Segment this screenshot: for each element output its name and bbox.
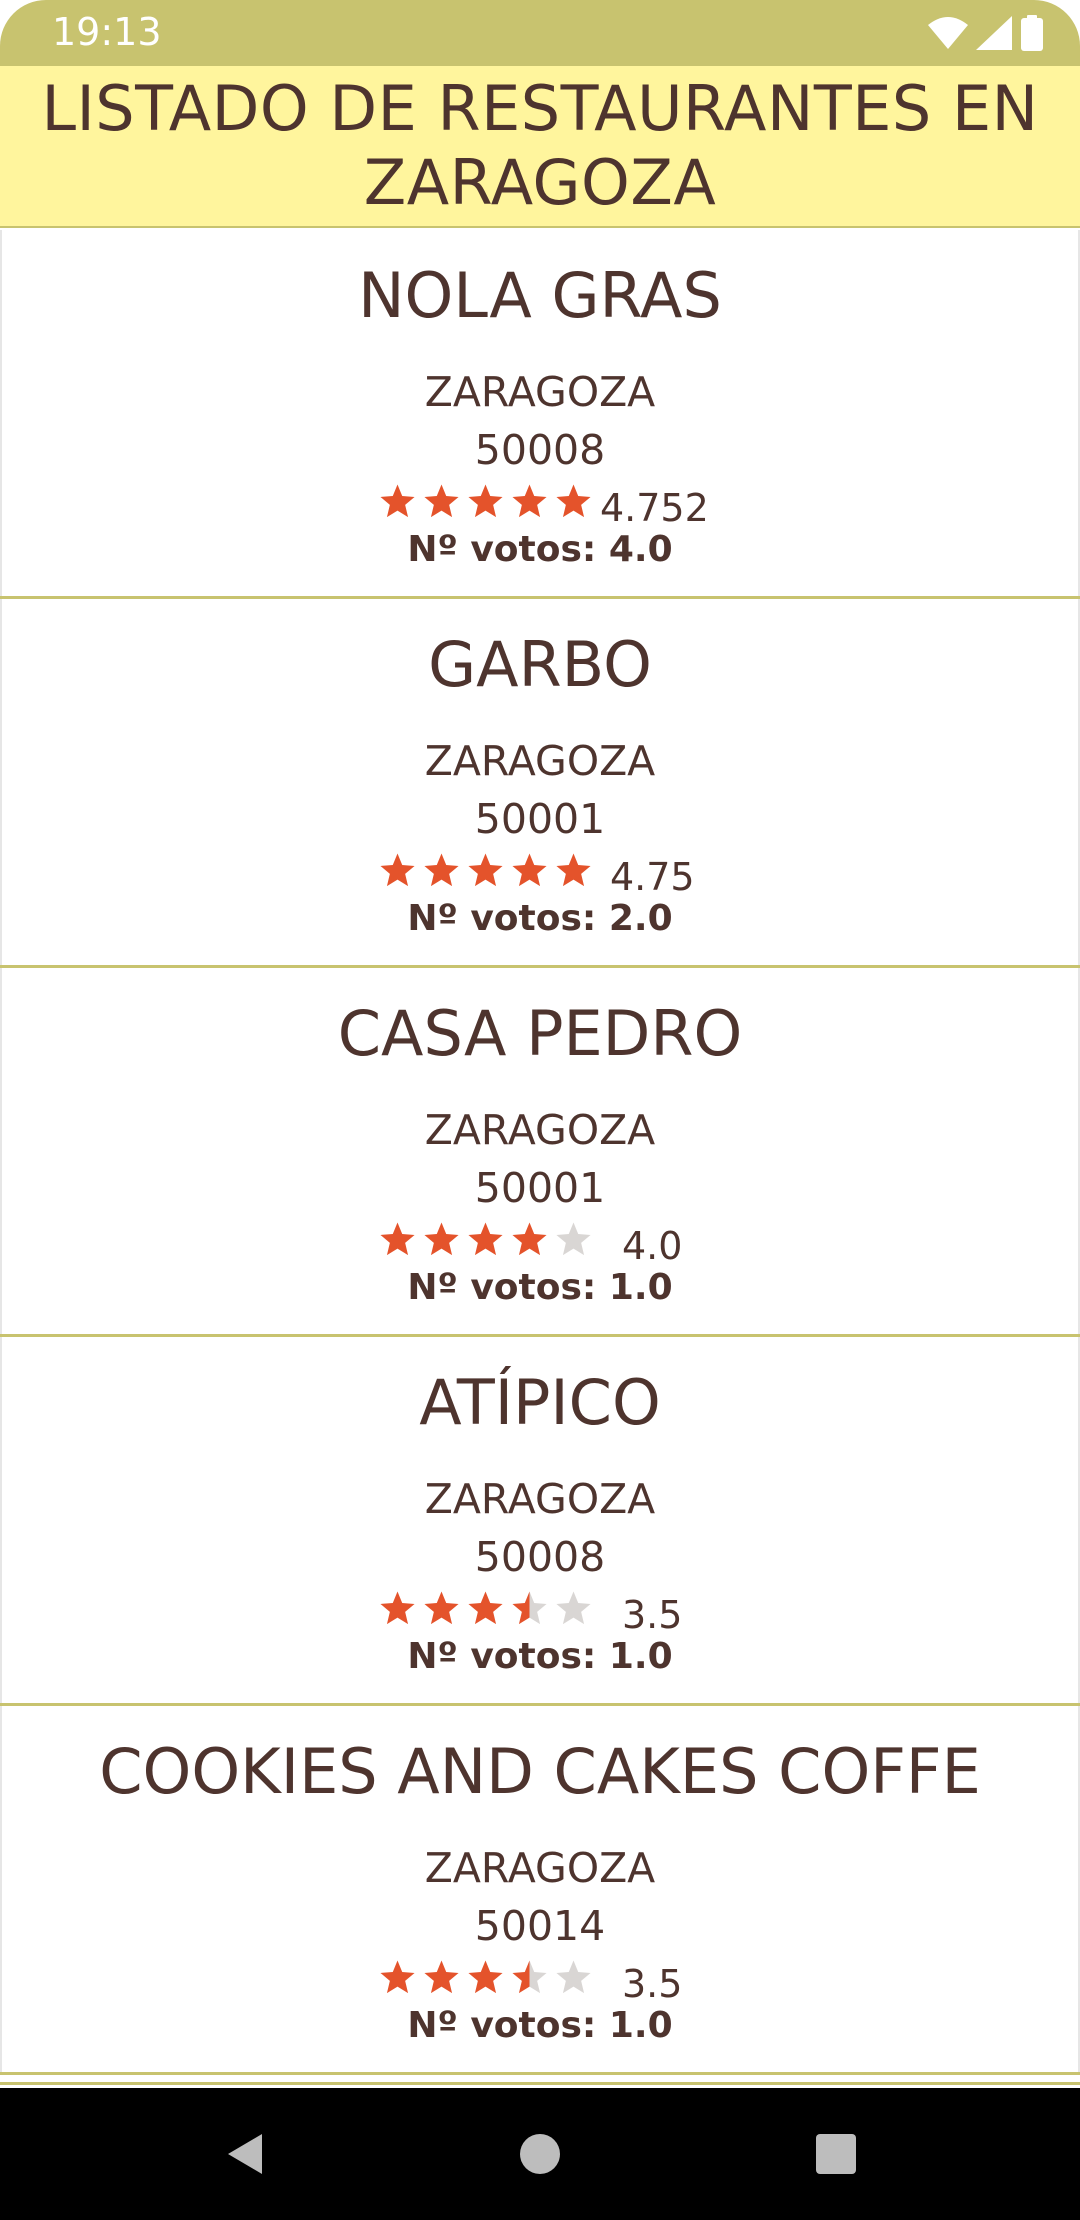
nav-bar [0,2088,1080,2220]
restaurant-name: ATÍPICO [419,1366,661,1439]
rating-row: 3.5 [0,1587,1080,1637]
restaurant-zip: 50014 [474,1902,606,1950]
rating-row: 3.5 [0,1956,1080,2006]
restaurant-card[interactable]: GARBO ZARAGOZA 50001 4.75 Nº votos: 2.0 [0,599,1080,968]
restaurant-name: GARBO [428,628,652,701]
status-icons [928,14,1044,52]
rating-value: 4.0 [622,1224,683,1268]
recents-icon[interactable] [812,2130,860,2178]
restaurant-card[interactable]: COOKIES AND CAKES COFFE ZARAGOZA 50014 3… [0,1706,1080,2075]
back-icon[interactable] [222,2130,270,2178]
restaurant-list[interactable]: NOLA GRAS ZARAGOZA 50008 4.752 Nº votos:… [0,230,1080,2088]
star-icon [380,1960,415,1994]
star-icon [512,1222,547,1256]
rating-value: 3.5 [622,1593,683,1637]
star-icon [468,853,503,887]
votes-count: Nº votos: 1.0 [407,2005,673,2046]
restaurant-name: COOKIES AND CAKES COFFE [99,1735,981,1808]
star-icon [468,1591,503,1625]
star-icon [380,1591,415,1625]
rating-stars [378,482,593,521]
restaurant-city: ZARAGOZA [424,368,656,416]
status-time: 19:13 [52,10,162,54]
rating-stars [378,1958,593,1997]
rating-row: 4.752 [0,480,1080,530]
votes-count: Nº votos: 2.0 [407,898,673,939]
app-bar: LISTADO DE RESTAURANTES EN ZARAGOZA [0,66,1080,228]
star-icon [380,484,415,518]
restaurant-city: ZARAGOZA [424,737,656,785]
page-title: LISTADO DE RESTAURANTES EN ZARAGOZA [41,72,1039,219]
screen: 19:13 LISTADO DE RESTAURANTES EN ZARAGOZ… [0,0,1080,2220]
restaurant-zip: 50001 [474,795,606,843]
star-icon [424,853,459,887]
rating-value: 4.75 [610,855,695,899]
restaurant-city: ZARAGOZA [424,1106,656,1154]
star-icon [556,1591,591,1625]
next-card-edge [0,2075,1080,2085]
star-icon [512,1591,547,1625]
star-icon [424,1591,459,1625]
star-icon [512,484,547,518]
restaurant-city: ZARAGOZA [424,1844,656,1892]
restaurant-zip: 50008 [474,1533,606,1581]
rating-row: 4.75 [0,849,1080,899]
star-icon [468,484,503,518]
restaurant-zip: 50008 [474,426,606,474]
votes-count: Nº votos: 1.0 [407,1636,673,1677]
restaurant-card[interactable]: NOLA GRAS ZARAGOZA 50008 4.752 Nº votos:… [0,230,1080,599]
restaurant-name: NOLA GRAS [358,259,722,332]
rating-row: 4.0 [0,1218,1080,1268]
restaurant-card[interactable]: ATÍPICO ZARAGOZA 50008 3.5 Nº votos: 1.0 [0,1337,1080,1706]
star-icon [556,1222,591,1256]
wifi-icon [928,17,968,49]
star-icon [512,853,547,887]
rating-value: 3.5 [622,1962,683,2006]
rating-stars [378,1589,593,1628]
star-icon [468,1222,503,1256]
status-bar: 19:13 [0,0,1080,66]
home-icon[interactable] [516,2130,564,2178]
signal-icon [976,16,1012,50]
battery-icon [1021,15,1043,51]
star-icon [424,1960,459,1994]
votes-count: Nº votos: 4.0 [407,529,673,570]
rating-stars [378,851,593,890]
votes-count: Nº votos: 1.0 [407,1267,673,1308]
restaurant-card[interactable]: CASA PEDRO ZARAGOZA 50001 4.0 Nº votos: … [0,968,1080,1337]
star-icon [556,853,591,887]
rating-stars [378,1220,593,1259]
star-icon [424,484,459,518]
star-icon [512,1960,547,1994]
star-icon [424,1222,459,1256]
star-icon [468,1960,503,1994]
rating-value: 4.752 [600,486,709,530]
star-icon [556,484,591,518]
star-icon [380,853,415,887]
restaurant-name: CASA PEDRO [337,997,743,1070]
star-icon [380,1222,415,1256]
restaurant-zip: 50001 [474,1164,606,1212]
star-icon [556,1960,591,1994]
restaurant-city: ZARAGOZA [424,1475,656,1523]
